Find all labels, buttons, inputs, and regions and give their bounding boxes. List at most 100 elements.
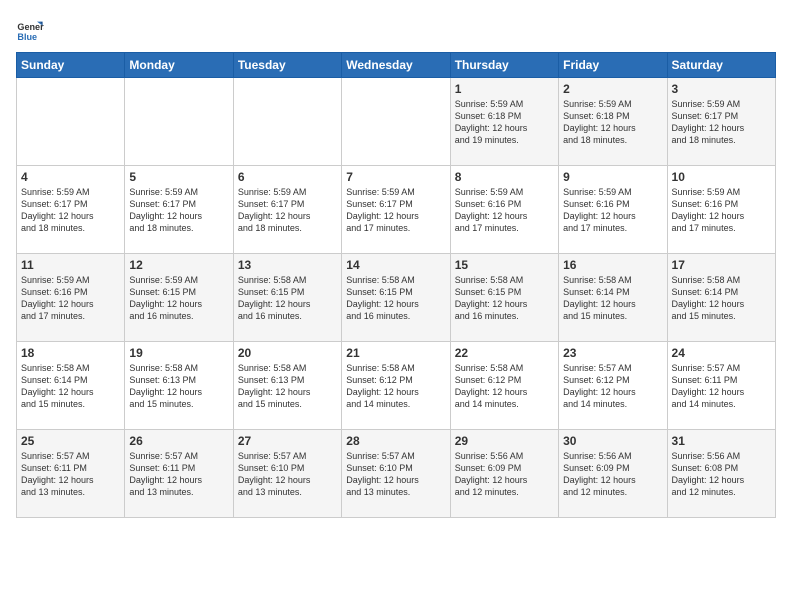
calendar-cell: 26 Sunrise: 5:57 AM Sunset: 6:11 PM Dayli…: [125, 430, 233, 518]
day-number: 8: [455, 170, 554, 184]
day-info: Sunrise: 5:58 AM Sunset: 6:13 PM Dayligh…: [238, 362, 337, 411]
calendar-cell: 11 Sunrise: 5:59 AM Sunset: 6:16 PM Dayli…: [17, 254, 125, 342]
calendar-cell: 22Sunrise: 5:58 AM Sunset: 6:12 PM Dayli…: [450, 342, 558, 430]
day-info: Sunrise: 5:59 AM Sunset: 6:17 PM Dayligh…: [672, 98, 771, 147]
day-number: 4: [21, 170, 120, 184]
day-info: Sunrise: 5:57 AM Sunset: 6:10 PM Dayligh…: [238, 450, 337, 499]
page-header: General Blue: [16, 16, 776, 44]
calendar-week-row: 25 Sunrise: 5:57 AM Sunset: 6:11 PM Dayli…: [17, 430, 776, 518]
day-info: Sunrise: 5:59 AM Sunset: 6:16 PM Dayligh…: [21, 274, 120, 323]
day-number: 25: [21, 434, 120, 448]
weekday-header-cell: Thursday: [450, 53, 558, 78]
calendar-cell: 14 Sunrise: 5:58 AM Sunset: 6:15 PM Dayli…: [342, 254, 450, 342]
calendar-cell: [342, 78, 450, 166]
day-number: 15: [455, 258, 554, 272]
calendar-cell: 13 Sunrise: 5:58 AM Sunset: 6:15 PM Dayli…: [233, 254, 341, 342]
calendar-cell: 17Sunrise: 5:58 AM Sunset: 6:14 PM Dayli…: [667, 254, 775, 342]
weekday-header-row: SundayMondayTuesdayWednesdayThursdayFrid…: [17, 53, 776, 78]
day-info: Sunrise: 5:59 AM Sunset: 6:16 PM Dayligh…: [563, 186, 662, 235]
day-info: Sunrise: 5:58 AM Sunset: 6:15 PM Dayligh…: [455, 274, 554, 323]
calendar-cell: 2Sunrise: 5:59 AM Sunset: 6:18 PM Daylig…: [559, 78, 667, 166]
weekday-header-cell: Wednesday: [342, 53, 450, 78]
day-info: Sunrise: 5:57 AM Sunset: 6:12 PM Dayligh…: [563, 362, 662, 411]
day-number: 17: [672, 258, 771, 272]
day-number: 13: [238, 258, 337, 272]
day-number: 16: [563, 258, 662, 272]
calendar-cell: 16 Sunrise: 5:58 AM Sunset: 6:14 PM Dayli…: [559, 254, 667, 342]
day-info: Sunrise: 5:59 AM Sunset: 6:17 PM Dayligh…: [129, 186, 228, 235]
calendar-cell: 27 Sunrise: 5:57 AM Sunset: 6:10 PM Dayli…: [233, 430, 341, 518]
day-info: Sunrise: 5:58 AM Sunset: 6:13 PM Dayligh…: [129, 362, 228, 411]
day-number: 30: [563, 434, 662, 448]
day-number: 3: [672, 82, 771, 96]
day-info: Sunrise: 5:59 AM Sunset: 6:16 PM Dayligh…: [455, 186, 554, 235]
calendar-week-row: 4 Sunrise: 5:59 AM Sunset: 6:17 PM Daylig…: [17, 166, 776, 254]
calendar-cell: 9 Sunrise: 5:59 AM Sunset: 6:16 PM Daylig…: [559, 166, 667, 254]
calendar-cell: 18 Sunrise: 5:58 AM Sunset: 6:14 PM Dayli…: [17, 342, 125, 430]
calendar-table: SundayMondayTuesdayWednesdayThursdayFrid…: [16, 52, 776, 518]
calendar-cell: [233, 78, 341, 166]
calendar-week-row: 18 Sunrise: 5:58 AM Sunset: 6:14 PM Dayli…: [17, 342, 776, 430]
calendar-cell: 28 Sunrise: 5:57 AM Sunset: 6:10 PM Dayli…: [342, 430, 450, 518]
day-number: 19: [129, 346, 228, 360]
day-number: 10: [672, 170, 771, 184]
calendar-week-row: 1Sunrise: 5:59 AM Sunset: 6:18 PM Daylig…: [17, 78, 776, 166]
day-info: Sunrise: 5:58 AM Sunset: 6:14 PM Dayligh…: [563, 274, 662, 323]
calendar-cell: [17, 78, 125, 166]
day-info: Sunrise: 5:59 AM Sunset: 6:18 PM Dayligh…: [455, 98, 554, 147]
day-info: Sunrise: 5:57 AM Sunset: 6:11 PM Dayligh…: [129, 450, 228, 499]
calendar-cell: 21 Sunrise: 5:58 AM Sunset: 6:12 PM Dayli…: [342, 342, 450, 430]
weekday-header-cell: Saturday: [667, 53, 775, 78]
logo-icon: General Blue: [16, 16, 44, 44]
calendar-cell: 8 Sunrise: 5:59 AM Sunset: 6:16 PM Daylig…: [450, 166, 558, 254]
day-info: Sunrise: 5:59 AM Sunset: 6:17 PM Dayligh…: [238, 186, 337, 235]
day-info: Sunrise: 5:59 AM Sunset: 6:16 PM Dayligh…: [672, 186, 771, 235]
day-number: 12: [129, 258, 228, 272]
weekday-header-cell: Tuesday: [233, 53, 341, 78]
calendar-cell: 1Sunrise: 5:59 AM Sunset: 6:18 PM Daylig…: [450, 78, 558, 166]
day-number: 5: [129, 170, 228, 184]
day-info: Sunrise: 5:58 AM Sunset: 6:14 PM Dayligh…: [21, 362, 120, 411]
calendar-cell: 5 Sunrise: 5:59 AM Sunset: 6:17 PM Daylig…: [125, 166, 233, 254]
day-info: Sunrise: 5:59 AM Sunset: 6:17 PM Dayligh…: [21, 186, 120, 235]
day-number: 31: [672, 434, 771, 448]
svg-text:Blue: Blue: [17, 32, 37, 42]
calendar-cell: 12 Sunrise: 5:59 AM Sunset: 6:15 PM Dayli…: [125, 254, 233, 342]
day-number: 26: [129, 434, 228, 448]
day-number: 9: [563, 170, 662, 184]
logo: General Blue: [16, 16, 44, 44]
calendar-body: 1Sunrise: 5:59 AM Sunset: 6:18 PM Daylig…: [17, 78, 776, 518]
day-info: Sunrise: 5:58 AM Sunset: 6:12 PM Dayligh…: [346, 362, 445, 411]
weekday-header-cell: Sunday: [17, 53, 125, 78]
calendar-cell: 31Sunrise: 5:56 AM Sunset: 6:08 PM Dayli…: [667, 430, 775, 518]
day-info: Sunrise: 5:57 AM Sunset: 6:10 PM Dayligh…: [346, 450, 445, 499]
day-number: 18: [21, 346, 120, 360]
calendar-cell: 23 Sunrise: 5:57 AM Sunset: 6:12 PM Dayli…: [559, 342, 667, 430]
day-number: 27: [238, 434, 337, 448]
calendar-week-row: 11 Sunrise: 5:59 AM Sunset: 6:16 PM Dayli…: [17, 254, 776, 342]
calendar-cell: 30Sunrise: 5:56 AM Sunset: 6:09 PM Dayli…: [559, 430, 667, 518]
calendar-cell: 6Sunrise: 5:59 AM Sunset: 6:17 PM Daylig…: [233, 166, 341, 254]
day-info: Sunrise: 5:58 AM Sunset: 6:15 PM Dayligh…: [238, 274, 337, 323]
calendar-cell: 7 Sunrise: 5:59 AM Sunset: 6:17 PM Daylig…: [342, 166, 450, 254]
day-number: 28: [346, 434, 445, 448]
day-number: 7: [346, 170, 445, 184]
day-info: Sunrise: 5:58 AM Sunset: 6:12 PM Dayligh…: [455, 362, 554, 411]
calendar-cell: 24 Sunrise: 5:57 AM Sunset: 6:11 PM Dayli…: [667, 342, 775, 430]
day-info: Sunrise: 5:59 AM Sunset: 6:15 PM Dayligh…: [129, 274, 228, 323]
day-number: 29: [455, 434, 554, 448]
day-info: Sunrise: 5:58 AM Sunset: 6:15 PM Dayligh…: [346, 274, 445, 323]
day-number: 24: [672, 346, 771, 360]
day-info: Sunrise: 5:59 AM Sunset: 6:17 PM Dayligh…: [346, 186, 445, 235]
day-number: 11: [21, 258, 120, 272]
calendar-cell: 4 Sunrise: 5:59 AM Sunset: 6:17 PM Daylig…: [17, 166, 125, 254]
calendar-cell: 29Sunrise: 5:56 AM Sunset: 6:09 PM Dayli…: [450, 430, 558, 518]
day-info: Sunrise: 5:57 AM Sunset: 6:11 PM Dayligh…: [21, 450, 120, 499]
calendar-cell: [125, 78, 233, 166]
day-number: 14: [346, 258, 445, 272]
day-number: 21: [346, 346, 445, 360]
calendar-cell: 20Sunrise: 5:58 AM Sunset: 6:13 PM Dayli…: [233, 342, 341, 430]
day-info: Sunrise: 5:57 AM Sunset: 6:11 PM Dayligh…: [672, 362, 771, 411]
calendar-cell: 3 Sunrise: 5:59 AM Sunset: 6:17 PM Daylig…: [667, 78, 775, 166]
day-number: 23: [563, 346, 662, 360]
